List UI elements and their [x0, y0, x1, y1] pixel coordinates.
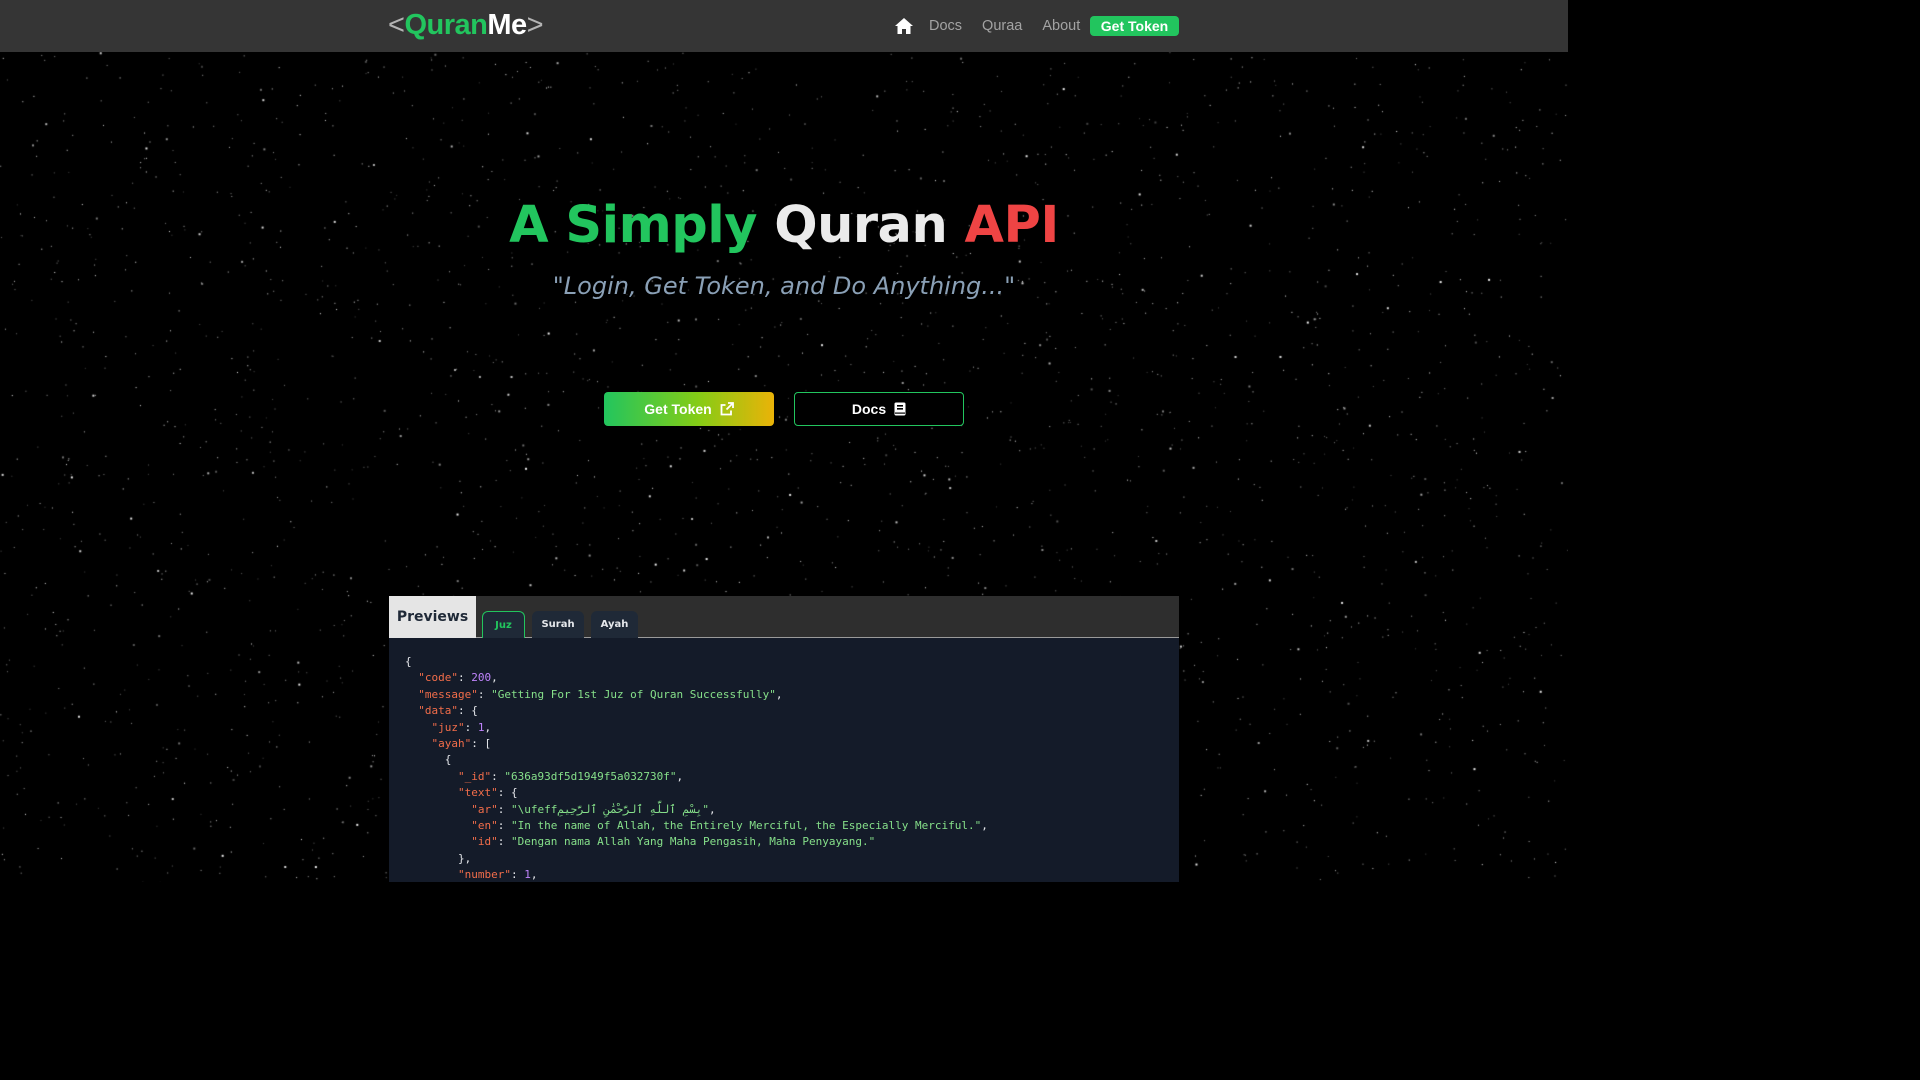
previews-label: Previews: [389, 596, 476, 638]
get-token-button[interactable]: Get Token: [604, 392, 774, 426]
hero-title-word1: A Simply: [509, 196, 757, 255]
page: <QuranMe> Docs Quraa About Get Token A S…: [0, 0, 1568, 882]
logo-quran: Quran: [404, 9, 488, 41]
json-key: "id": [471, 835, 498, 849]
tab-surah[interactable]: Surah: [532, 611, 584, 638]
docs-button[interactable]: Docs: [794, 392, 964, 426]
json-key: "ar": [471, 802, 498, 816]
json-value: "636a93df5d1949f5a032730f": [504, 769, 677, 783]
json-key: "text": [457, 786, 498, 800]
json-preview: { "code": 200, "message": "Getting For 1…: [389, 638, 1179, 882]
hero-subtitle: "Login, Get Token, and Do Anything...": [552, 272, 1016, 300]
json-value: 200: [471, 671, 492, 685]
nav-link-quraa[interactable]: Quraa: [982, 18, 1022, 34]
nav-link-docs[interactable]: Docs: [929, 18, 962, 34]
hero-title-word3: API: [964, 196, 1060, 255]
nav-link-about[interactable]: About: [1042, 18, 1080, 34]
json-key: "message": [418, 687, 478, 701]
json-value: 1: [524, 868, 531, 882]
logo[interactable]: <QuranMe>: [388, 9, 544, 41]
json-key: "ayah": [431, 737, 472, 751]
nav-get-token-button[interactable]: Get Token: [1090, 16, 1179, 36]
tab-ayah[interactable]: Ayah: [591, 611, 638, 638]
hero-title-word2: Quran: [774, 196, 948, 255]
external-link-icon: [720, 402, 734, 416]
json-key: "_id": [457, 769, 492, 783]
json-key: "code": [418, 671, 458, 685]
navbar: <QuranMe> Docs Quraa About Get Token: [0, 0, 1568, 52]
json-value: "\ufeffبِسْمِ ٱللَّهِ ٱلرَّحْمَٰنِ ٱلرَّ…: [510, 802, 709, 816]
tab-juz[interactable]: Juz: [482, 611, 525, 638]
json-value: "Dengan nama Allah Yang Maha Pengasih, M…: [510, 835, 876, 849]
book-icon: [894, 402, 906, 416]
get-token-label: Get Token: [644, 401, 712, 417]
json-value: 1: [477, 720, 485, 734]
json-key: "data": [418, 704, 458, 718]
json-key: "juz": [431, 720, 465, 734]
json-value: "Getting For 1st Juz of Quran Successful…: [491, 687, 776, 701]
previews-header: Previews Juz Surah Ayah: [389, 596, 1179, 638]
previews-panel: Previews Juz Surah Ayah { "code": 200, "…: [389, 596, 1179, 882]
home-icon[interactable]: [893, 15, 915, 37]
json-key: "en": [471, 819, 498, 833]
nav-links: Docs Quraa About: [893, 14, 1100, 38]
logo-close-bracket: >: [526, 9, 544, 41]
docs-label: Docs: [851, 401, 887, 417]
json-value: "In the name of Allah, the Entirely Merc…: [510, 819, 982, 833]
hero-title: A Simply Quran API: [0, 194, 1568, 258]
logo-me: Me: [487, 9, 527, 41]
json-key: "number": [457, 868, 511, 882]
logo-open-bracket: <: [388, 9, 405, 41]
